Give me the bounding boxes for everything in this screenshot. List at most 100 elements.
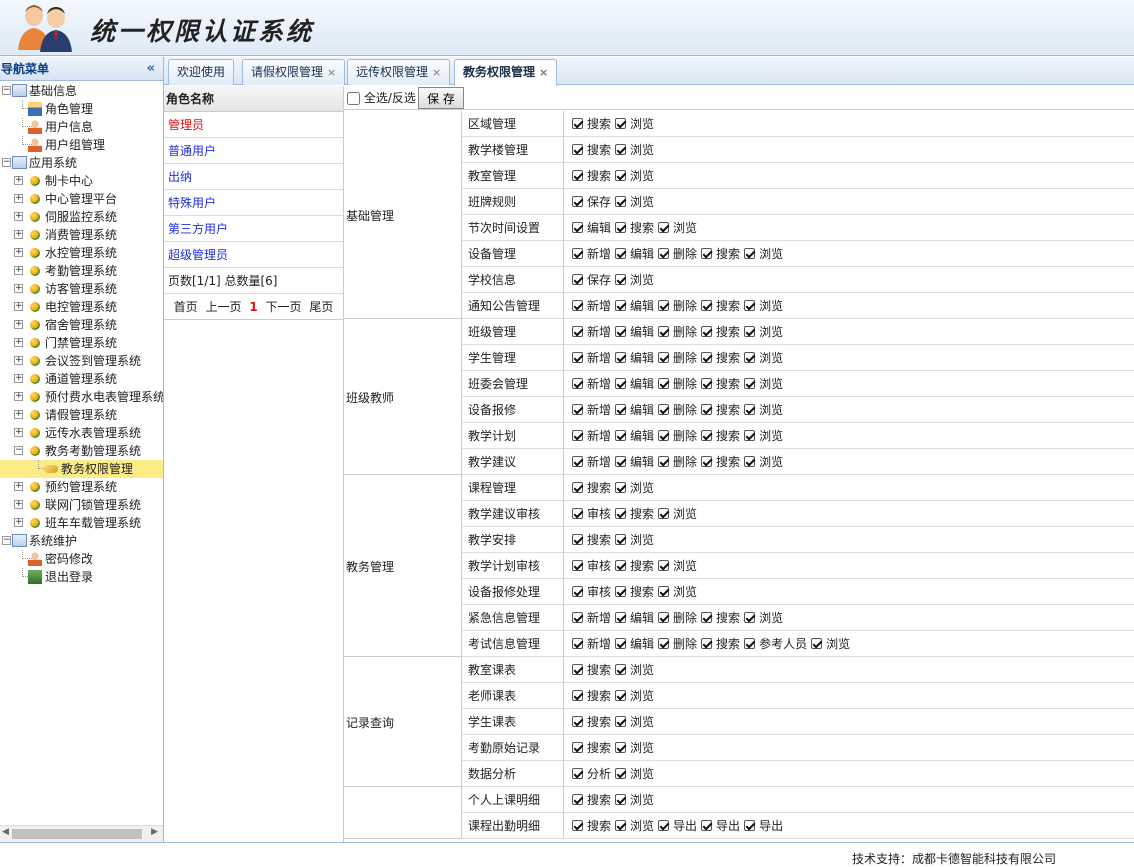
- tab-3[interactable]: 远传权限管理 ×: [347, 59, 451, 85]
- permission-checkbox[interactable]: [701, 352, 713, 363]
- collapse-toggle-icon[interactable]: −: [2, 86, 11, 95]
- expand-toggle-icon[interactable]: +: [14, 212, 23, 221]
- permission-checkbox[interactable]: [572, 508, 583, 519]
- tree-node[interactable]: + 考勤管理系统: [0, 262, 163, 280]
- permission-checkbox[interactable]: [744, 612, 756, 623]
- permission-checkbox[interactable]: [658, 560, 670, 571]
- expand-toggle-icon[interactable]: +: [14, 320, 23, 329]
- tree-node[interactable]: − 应用系统: [0, 154, 163, 172]
- collapse-toggle-icon[interactable]: −: [2, 158, 11, 167]
- permission-checkbox[interactable]: [572, 482, 583, 493]
- expand-toggle-icon[interactable]: +: [14, 338, 23, 347]
- permission-checkbox[interactable]: [572, 638, 583, 649]
- permission-checkbox[interactable]: [572, 690, 583, 701]
- permission-checkbox[interactable]: [658, 300, 670, 311]
- role-item[interactable]: 特殊用户: [164, 190, 343, 216]
- permission-checkbox[interactable]: [615, 170, 627, 181]
- horizontal-scrollbar[interactable]: ◀ ▶: [0, 825, 163, 842]
- expand-toggle-icon[interactable]: +: [14, 482, 23, 491]
- permission-checkbox[interactable]: [615, 430, 627, 441]
- permission-checkbox[interactable]: [615, 534, 627, 545]
- pager-prev-link[interactable]: 上一页: [205, 300, 241, 314]
- permission-checkbox[interactable]: [615, 716, 627, 727]
- tree-node[interactable]: 用户组管理: [0, 136, 163, 154]
- tree-node[interactable]: + 伺服监控系统: [0, 208, 163, 226]
- permission-checkbox[interactable]: [572, 534, 583, 545]
- expand-toggle-icon[interactable]: +: [14, 248, 23, 257]
- tree-node[interactable]: + 联网门锁管理系统: [0, 496, 163, 514]
- close-icon[interactable]: ×: [432, 66, 441, 79]
- permission-checkbox[interactable]: [744, 404, 756, 415]
- permission-checkbox[interactable]: [615, 196, 627, 207]
- permission-checkbox[interactable]: [572, 300, 583, 311]
- tree-node[interactable]: − 系统维护: [0, 532, 163, 550]
- permission-checkbox[interactable]: [744, 248, 756, 259]
- permission-checkbox[interactable]: [701, 378, 713, 389]
- select-all-checkbox[interactable]: [347, 92, 360, 105]
- expand-toggle-icon[interactable]: +: [14, 356, 23, 365]
- permission-checkbox[interactable]: [615, 248, 627, 259]
- pager-last-link[interactable]: 尾页: [309, 300, 333, 314]
- scroll-left-icon[interactable]: ◀: [2, 827, 9, 837]
- permission-checkbox[interactable]: [572, 196, 583, 207]
- expand-toggle-icon[interactable]: +: [14, 392, 23, 401]
- collapse-toggle-icon[interactable]: −: [2, 536, 11, 545]
- permission-checkbox[interactable]: [658, 820, 670, 831]
- permission-checkbox[interactable]: [572, 118, 583, 129]
- permission-checkbox[interactable]: [615, 352, 627, 363]
- permission-checkbox[interactable]: [615, 612, 627, 623]
- expand-toggle-icon[interactable]: +: [14, 410, 23, 419]
- permission-checkbox[interactable]: [615, 300, 627, 311]
- scrollbar-thumb[interactable]: [12, 829, 142, 839]
- permission-checkbox[interactable]: [615, 638, 627, 649]
- tree-node[interactable]: + 门禁管理系统: [0, 334, 163, 352]
- permission-checkbox[interactable]: [701, 456, 713, 467]
- expand-toggle-icon[interactable]: +: [14, 194, 23, 203]
- permission-checkbox[interactable]: [615, 404, 627, 415]
- permission-checkbox[interactable]: [658, 456, 670, 467]
- permission-checkbox[interactable]: [615, 586, 627, 597]
- tree-node[interactable]: + 会议签到管理系统: [0, 352, 163, 370]
- permission-checkbox[interactable]: [658, 586, 670, 597]
- permission-checkbox[interactable]: [615, 456, 627, 467]
- close-icon[interactable]: ×: [327, 66, 336, 79]
- permission-checkbox[interactable]: [615, 222, 627, 233]
- permission-checkbox[interactable]: [615, 378, 627, 389]
- permission-checkbox[interactable]: [744, 300, 756, 311]
- permission-checkbox[interactable]: [572, 352, 583, 363]
- permission-checkbox[interactable]: [658, 352, 670, 363]
- permission-checkbox[interactable]: [572, 560, 583, 571]
- save-button[interactable]: 保 存: [418, 87, 464, 109]
- permission-checkbox[interactable]: [615, 742, 627, 753]
- pager-first-link[interactable]: 首页: [174, 300, 198, 314]
- tree-node[interactable]: + 消费管理系统: [0, 226, 163, 244]
- permission-checkbox[interactable]: [615, 144, 627, 155]
- permission-checkbox[interactable]: [615, 326, 627, 337]
- permission-checkbox[interactable]: [572, 170, 583, 181]
- permission-checkbox[interactable]: [572, 404, 583, 415]
- tree-node[interactable]: 用户信息: [0, 118, 163, 136]
- permission-checkbox[interactable]: [615, 118, 627, 129]
- expand-toggle-icon[interactable]: +: [14, 230, 23, 239]
- tree-node[interactable]: + 制卡中心: [0, 172, 163, 190]
- tree-node[interactable]: + 请假管理系统: [0, 406, 163, 424]
- permission-checkbox[interactable]: [572, 612, 583, 623]
- permission-checkbox[interactable]: [615, 560, 627, 571]
- permission-checkbox[interactable]: [658, 222, 670, 233]
- permission-checkbox[interactable]: [658, 508, 670, 519]
- permission-checkbox[interactable]: [744, 638, 756, 649]
- permission-checkbox[interactable]: [744, 352, 756, 363]
- permission-checkbox[interactable]: [701, 638, 713, 649]
- role-item[interactable]: 第三方用户: [164, 216, 343, 242]
- permission-checkbox[interactable]: [658, 638, 670, 649]
- tree-node[interactable]: + 远传水表管理系统: [0, 424, 163, 442]
- permission-checkbox[interactable]: [615, 664, 627, 675]
- permission-checkbox[interactable]: [572, 326, 583, 337]
- permission-checkbox[interactable]: [572, 586, 583, 597]
- permission-checkbox[interactable]: [701, 326, 713, 337]
- permission-checkbox[interactable]: [572, 144, 583, 155]
- permission-checkbox[interactable]: [572, 742, 583, 753]
- tree-node[interactable]: + 预约管理系统: [0, 478, 163, 496]
- tree-node[interactable]: 密码修改: [0, 550, 163, 568]
- expand-toggle-icon[interactable]: +: [14, 176, 23, 185]
